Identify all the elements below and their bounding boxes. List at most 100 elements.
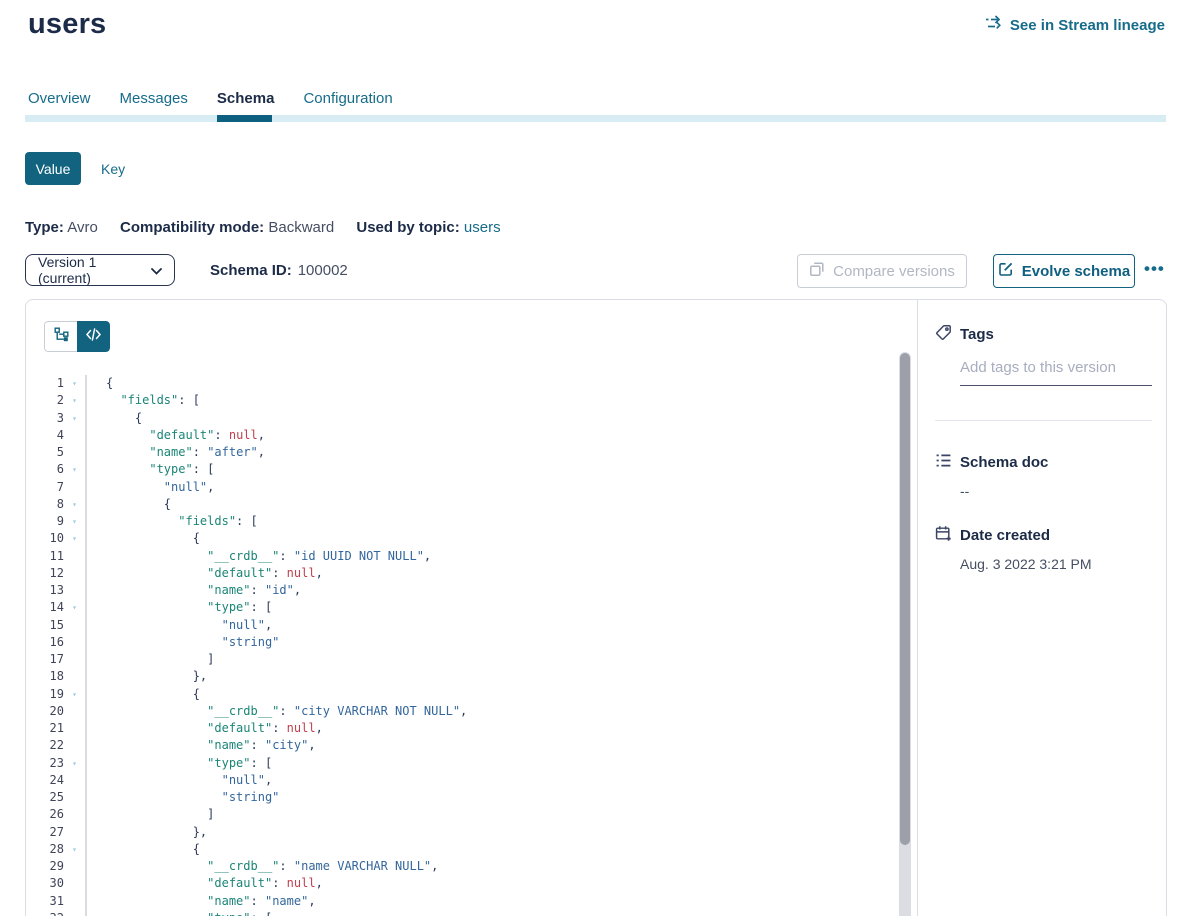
- evolve-schema-label: Evolve schema: [1022, 263, 1130, 280]
- version-select[interactable]: Version 1 (current): [25, 254, 175, 286]
- fold-spacer: [64, 668, 85, 685]
- line-number: 10: [26, 530, 64, 547]
- fold-spacer: [64, 772, 85, 789]
- fold-toggle-icon[interactable]: ▾: [64, 755, 85, 772]
- type-value: Avro: [67, 219, 98, 236]
- fold-spacer: [64, 617, 85, 634]
- fold-spacer: [64, 806, 85, 823]
- fold-toggle-icon[interactable]: ▾: [64, 513, 85, 530]
- code-lines: 1▾{2▾ "fields": [3▾ {4 "default": null,5…: [26, 375, 895, 916]
- type-label: Type:: [25, 219, 64, 236]
- tab-overview[interactable]: Overview: [28, 90, 91, 113]
- fold-spacer: [64, 634, 85, 651]
- compatibility-label: Compatibility mode:: [120, 219, 264, 236]
- code-line: 4 "default": null,: [26, 427, 895, 444]
- more-actions-button[interactable]: •••: [1144, 252, 1165, 286]
- fold-spacer: [64, 582, 85, 599]
- fold-toggle-icon[interactable]: ▾: [64, 530, 85, 547]
- fold-spacer: [64, 565, 85, 582]
- line-number: 2: [26, 392, 64, 409]
- code-line: 22 "name": "city",: [26, 737, 895, 754]
- line-number: 28: [26, 841, 64, 858]
- line-number: 25: [26, 789, 64, 806]
- schema-doc-value: --: [960, 483, 1152, 499]
- schema-code-panel: 1▾{2▾ "fields": [3▾ {4 "default": null,5…: [26, 300, 918, 916]
- fold-spacer: [64, 893, 85, 910]
- evolve-schema-button[interactable]: Evolve schema: [993, 254, 1135, 288]
- add-tags-input[interactable]: [960, 355, 1152, 386]
- line-number: 16: [26, 634, 64, 651]
- code-line: 2▾ "fields": [: [26, 392, 895, 409]
- tab-schema[interactable]: Schema: [217, 90, 275, 113]
- schema-doc-title: Schema doc: [960, 454, 1048, 471]
- line-number: 24: [26, 772, 64, 789]
- fold-spacer: [64, 444, 85, 461]
- date-created-value: Aug. 3 2022 3:21 PM: [960, 556, 1152, 572]
- tab-messages[interactable]: Messages: [120, 90, 188, 113]
- code-line: 18 },: [26, 668, 895, 685]
- code-line: 11 "__crdb__": "id UUID NOT NULL",: [26, 548, 895, 565]
- tabbar-track: [25, 115, 1166, 122]
- tree-view-icon: [54, 327, 69, 347]
- fold-toggle-icon[interactable]: ▾: [64, 410, 85, 427]
- code-line: 8▾ {: [26, 496, 895, 513]
- key-toggle-button[interactable]: Key: [101, 152, 125, 185]
- tree-view-button[interactable]: [44, 321, 77, 352]
- fold-toggle-icon[interactable]: ▾: [64, 599, 85, 616]
- line-number: 32: [26, 910, 64, 916]
- code-line: 24 "null",: [26, 772, 895, 789]
- schema-id-label: Schema ID:: [210, 262, 292, 279]
- schema-page: users See in Stream lineage Overview Mes…: [0, 0, 1189, 916]
- code-line: 28▾ {: [26, 841, 895, 858]
- schema-detail-panel: 1▾{2▾ "fields": [3▾ {4 "default": null,5…: [25, 299, 1167, 916]
- fold-toggle-icon[interactable]: ▾: [64, 841, 85, 858]
- date-created-section: Date created Aug. 3 2022 3:21 PM: [935, 525, 1152, 572]
- code-line: 15 "null",: [26, 617, 895, 634]
- code-line: 26 ]: [26, 806, 895, 823]
- code-line: 30 "default": null,: [26, 875, 895, 892]
- line-number: 13: [26, 582, 64, 599]
- code-line: 1▾{: [26, 375, 895, 392]
- list-icon: [935, 452, 952, 473]
- code-line: 5 "name": "after",: [26, 444, 895, 461]
- code-line: 17 ]: [26, 651, 895, 668]
- tag-icon: [935, 324, 952, 345]
- compare-versions-button[interactable]: Compare versions: [797, 254, 967, 288]
- schema-doc-section: Schema doc --: [935, 452, 1152, 499]
- compare-versions-icon: [809, 261, 825, 281]
- code-scrollbar-thumb[interactable]: [900, 353, 910, 845]
- code-line: 20 "__crdb__": "city VARCHAR NOT NULL",: [26, 703, 895, 720]
- tab-configuration[interactable]: Configuration: [303, 90, 392, 113]
- tabbar-active-indicator: [217, 115, 272, 122]
- code-view-button[interactable]: [77, 321, 110, 352]
- code-line: 12 "default": null,: [26, 565, 895, 582]
- fold-toggle-icon[interactable]: ▾: [64, 461, 85, 478]
- line-number: 15: [26, 617, 64, 634]
- fold-spacer: [64, 875, 85, 892]
- schema-sidebar: Tags Schema doc --: [918, 300, 1166, 916]
- code-line: 29 "__crdb__": "name VARCHAR NULL",: [26, 858, 895, 875]
- fold-toggle-icon[interactable]: ▾: [64, 392, 85, 409]
- see-in-stream-lineage-link[interactable]: See in Stream lineage: [985, 15, 1165, 35]
- used-by-topic-link[interactable]: users: [464, 219, 501, 236]
- code-view-icon: [86, 328, 101, 346]
- value-toggle-button[interactable]: Value: [25, 152, 81, 185]
- fold-toggle-icon[interactable]: ▾: [64, 910, 85, 916]
- code-line: 31 "name": "name",: [26, 893, 895, 910]
- tags-title: Tags: [960, 326, 994, 343]
- line-number: 27: [26, 824, 64, 841]
- line-number: 22: [26, 737, 64, 754]
- line-number: 5: [26, 444, 64, 461]
- fold-spacer: [64, 479, 85, 496]
- line-number: 1: [26, 375, 64, 392]
- code-line: 23▾ "type": [: [26, 755, 895, 772]
- page-title: users: [28, 8, 106, 41]
- fold-toggle-icon[interactable]: ▾: [64, 375, 85, 392]
- schema-id-value: 100002: [298, 262, 348, 279]
- fold-toggle-icon[interactable]: ▾: [64, 496, 85, 513]
- code-line: 6▾ "type": [: [26, 461, 895, 478]
- fold-toggle-icon[interactable]: ▾: [64, 686, 85, 703]
- fold-spacer: [64, 720, 85, 737]
- fold-spacer: [64, 703, 85, 720]
- line-number: 29: [26, 858, 64, 875]
